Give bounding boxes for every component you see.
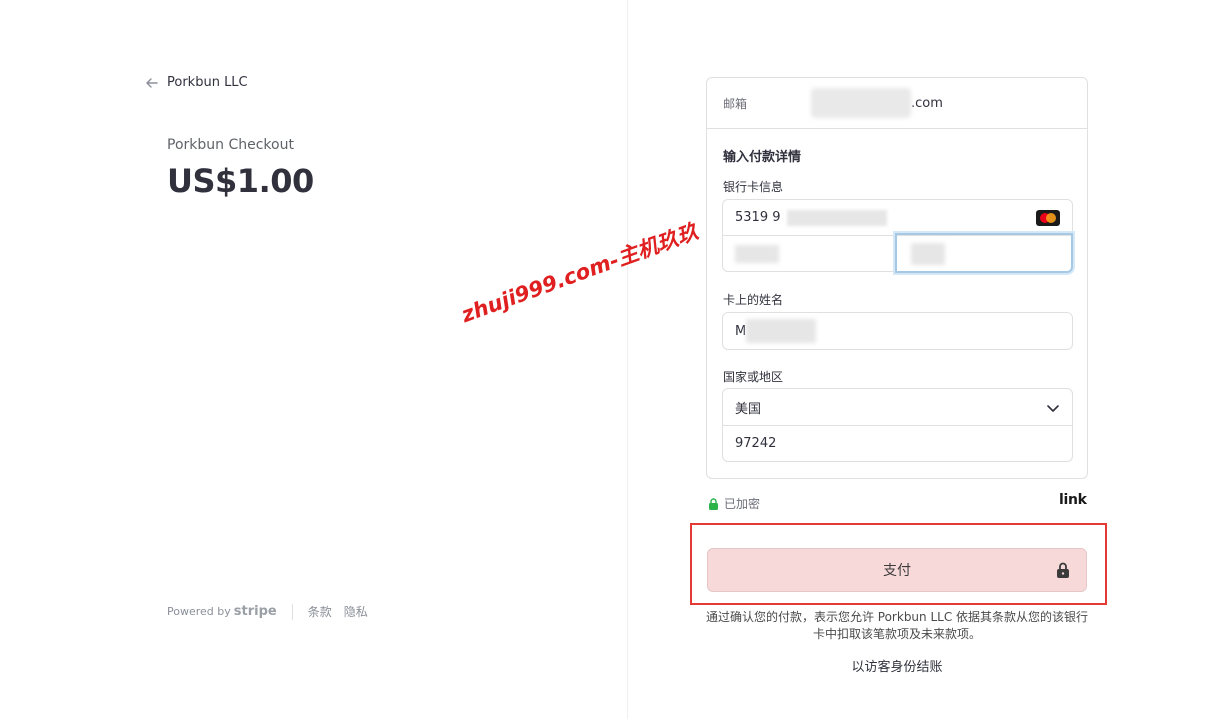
back-link[interactable]: Porkbun LLC: [145, 75, 248, 90]
encrypted-label: 已加密: [724, 497, 761, 511]
card-number-value: 5319 9: [735, 210, 781, 225]
card-number-redacted: [786, 209, 887, 226]
card-info-label: 银行卡信息: [723, 180, 784, 194]
email-row: 邮箱 .com: [706, 77, 1088, 129]
cardholder-name-redacted: [746, 319, 817, 343]
powered-by-label: Powered by: [167, 605, 231, 618]
footer-divider: [291, 603, 293, 620]
lock-icon: [1057, 562, 1069, 578]
product-name: Porkbun Checkout: [167, 137, 294, 153]
encrypted-notice: 已加密: [708, 495, 760, 512]
country-label: 国家或地区: [723, 370, 784, 384]
pay-button[interactable]: 支付: [707, 548, 1087, 592]
guest-checkout-link[interactable]: 以访客身份结账: [706, 656, 1088, 675]
postal-code-input[interactable]: 97242: [722, 425, 1073, 462]
powered-by[interactable]: Powered by stripe: [167, 604, 277, 619]
payment-details-title: 输入付款详情: [723, 150, 802, 165]
expiry-redacted: [735, 245, 779, 263]
total-price: US$1.00: [167, 162, 314, 200]
card-number-input[interactable]: 5319 9: [722, 199, 1073, 236]
stripe-logo: stripe: [233, 604, 277, 619]
pay-button-label: 支付: [883, 563, 911, 579]
cardholder-name-input[interactable]: M: [722, 312, 1073, 350]
expiry-input[interactable]: [722, 235, 896, 272]
postal-code-value: 97242: [735, 435, 777, 451]
back-arrow-icon: [146, 77, 158, 88]
cvc-redacted: [911, 243, 945, 265]
email-value: .com: [911, 95, 943, 111]
order-summary-panel: Porkbun LLC Porkbun Checkout US$1.00 Pow…: [0, 0, 627, 719]
privacy-link[interactable]: 隐私: [344, 603, 368, 620]
merchant-name: Porkbun LLC: [167, 75, 248, 90]
country-select[interactable]: 美国: [722, 388, 1073, 426]
cardholder-name-value: M: [735, 323, 747, 339]
email-redacted: [811, 88, 911, 118]
checkout-page: Porkbun LLC Porkbun Checkout US$1.00 Pow…: [0, 0, 1213, 719]
chevron-down-icon: [1047, 405, 1059, 412]
lock-icon: [709, 497, 718, 510]
terms-notice: 通过确认您的付款，表示您允许 Porkbun LLC 依据其条款从您的该银行卡中…: [705, 610, 1089, 641]
cardholder-name-label: 卡上的姓名: [723, 293, 784, 307]
country-value: 美国: [735, 401, 762, 417]
footer: Powered by stripe 条款 隐私: [167, 603, 380, 620]
email-label: 邮箱: [723, 96, 748, 111]
cvc-input[interactable]: [895, 233, 1073, 273]
payment-details-form: 输入付款详情 银行卡信息 5319 9 卡上的姓名 M 国家或地区 美国 972…: [706, 128, 1088, 479]
link-logo: link: [1059, 492, 1087, 508]
terms-link[interactable]: 条款: [308, 603, 332, 620]
mastercard-icon: [1036, 210, 1060, 226]
